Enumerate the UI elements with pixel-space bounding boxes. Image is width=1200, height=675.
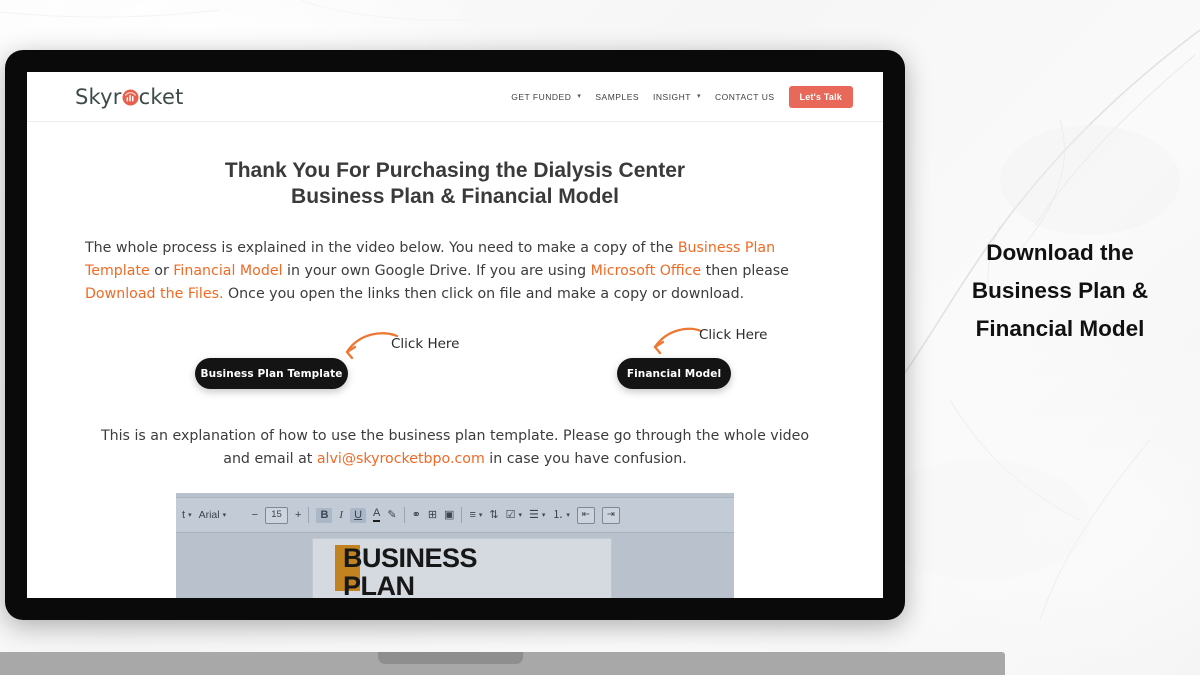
nav-item-get-funded[interactable]: GET FUNDED ▾ bbox=[511, 92, 581, 102]
nav-label-insight: INSIGHT bbox=[653, 91, 692, 102]
link-download-the-files[interactable]: Download the Files. bbox=[85, 286, 223, 302]
business-plan-template-button[interactable]: Business Plan Template bbox=[195, 358, 348, 390]
side-caption-line3: Financial Model bbox=[975, 315, 1145, 341]
toolbar-checklist-button[interactable]: ☑ ▾ bbox=[505, 508, 522, 521]
toolbar-align-icon: ≡ bbox=[469, 508, 476, 521]
google-docs-toolbar: t ▾ Arial ▾ − 15 + B I U A ✎ ⚭ ⊞ ▣ ≡ ▾ ⇅… bbox=[176, 497, 734, 534]
chart-circle-icon bbox=[122, 89, 139, 106]
side-caption: Download the Business Plan & Financial M… bbox=[940, 234, 1180, 347]
toolbar-font-dropdown[interactable]: Arial ▾ bbox=[199, 510, 245, 521]
toolbar-decrease-indent-icon[interactable]: ⇤ bbox=[576, 506, 595, 524]
toolbar-insert-image-icon[interactable]: ▣ bbox=[444, 509, 454, 521]
toolbar-add-comment-icon[interactable]: ⊞ bbox=[428, 509, 437, 521]
link-financial-model[interactable]: Financial Model bbox=[173, 263, 282, 279]
link-microsoft-office[interactable]: Microsoft Office bbox=[591, 263, 702, 279]
toolbar-italic-button[interactable]: I bbox=[339, 509, 343, 521]
intro-text-4: then please bbox=[701, 263, 789, 280]
toolbar-divider bbox=[461, 507, 463, 524]
site-header: Skyr cket GET FUNDED ▾ SAMPLES INSIGHT ▾… bbox=[27, 72, 883, 122]
intro-text-1: The whole process is explained in the vi… bbox=[85, 240, 678, 257]
toolbar-font-label: Arial bbox=[198, 508, 220, 521]
nav-label-contact-us: CONTACT US bbox=[715, 91, 775, 102]
toolbar-bold-button[interactable]: B bbox=[316, 507, 333, 523]
intro-paragraph: The whole process is explained in the vi… bbox=[85, 237, 825, 306]
intro-text-5: Once you open the links then click on fi… bbox=[223, 286, 745, 303]
toolbar-line-spacing-icon[interactable]: ⇅ bbox=[489, 509, 498, 521]
brand-name-prefix: Skyr bbox=[75, 84, 122, 109]
document-heading: BUSINESS PLAN bbox=[343, 543, 478, 598]
toolbar-font-size-increase[interactable]: + bbox=[295, 509, 301, 521]
curved-arrow-icon-right bbox=[653, 327, 703, 355]
toolbar-underline-button[interactable]: U bbox=[350, 507, 367, 523]
explanation-paragraph: This is an explanation of how to use the… bbox=[90, 425, 820, 471]
toolbar-highlight-pen-icon[interactable]: ✎ bbox=[387, 509, 396, 521]
email-link[interactable]: alvi@skyrocketbpo.com bbox=[317, 451, 485, 467]
nav-item-insight[interactable]: INSIGHT ▾ bbox=[653, 92, 701, 102]
chevron-down-icon: ▾ bbox=[566, 511, 570, 519]
main-navigation: GET FUNDED ▾ SAMPLES INSIGHT ▾ CONTACT U… bbox=[511, 85, 853, 108]
toolbar-increase-indent-icon[interactable]: ⇥ bbox=[601, 506, 620, 524]
chevron-down-icon: ▾ bbox=[577, 93, 582, 100]
brand-name-suffix: cket bbox=[138, 84, 184, 109]
toolbar-divider bbox=[308, 507, 310, 524]
brand-logo[interactable]: Skyr cket bbox=[75, 85, 184, 109]
nav-item-contact-us[interactable]: CONTACT US bbox=[715, 92, 774, 102]
side-caption-line1: Download the bbox=[986, 240, 1134, 265]
scene-marble-background: Skyr cket GET FUNDED ▾ SAMPLES INSIGHT ▾… bbox=[0, 0, 1200, 675]
chevron-down-icon: ▾ bbox=[478, 511, 483, 519]
explanation-text-2: in case you have confusion. bbox=[484, 451, 687, 468]
side-caption-line2: Business Plan & bbox=[971, 277, 1149, 303]
toolbar-font-size-decrease[interactable]: − bbox=[252, 509, 258, 521]
document-heading-line2: PLAN bbox=[343, 570, 415, 598]
chevron-down-icon: ▾ bbox=[222, 511, 227, 519]
document-heading-line1: BUSINESS bbox=[343, 543, 478, 574]
lets-talk-button[interactable]: Let's Talk bbox=[788, 85, 853, 108]
page-title: Thank You For Purchasing the Dialysis Ce… bbox=[224, 159, 686, 208]
toolbar-style-label: t bbox=[182, 508, 186, 521]
toolbar-font-size-value[interactable]: 15 bbox=[265, 506, 289, 524]
toolbar-insert-link-icon[interactable]: ⚭ bbox=[412, 509, 421, 521]
chevron-down-icon: ▾ bbox=[518, 511, 522, 519]
toolbar-bulleted-list-icon: ☰ bbox=[528, 508, 539, 521]
toolbar-style-dropdown[interactable]: t ▾ bbox=[182, 508, 192, 521]
nav-label-samples: SAMPLES bbox=[595, 91, 640, 102]
intro-text-2: or bbox=[149, 263, 174, 280]
nav-item-samples[interactable]: SAMPLES bbox=[595, 92, 639, 102]
download-buttons-row: Click Here Business Plan Template Click … bbox=[67, 326, 843, 401]
page-content: Thank You For Purchasing the Dialysis Ce… bbox=[27, 158, 883, 598]
nav-label-get-funded: GET FUNDED bbox=[511, 91, 572, 102]
click-here-label-right: Click Here bbox=[699, 327, 768, 344]
chevron-down-icon: ▾ bbox=[697, 93, 702, 100]
click-here-label-left: Click Here bbox=[391, 336, 460, 353]
chevron-down-icon: ▾ bbox=[188, 511, 192, 519]
laptop-mockup: Skyr cket GET FUNDED ▾ SAMPLES INSIGHT ▾… bbox=[5, 50, 905, 620]
toolbar-numbered-list-icon: ⒈ bbox=[552, 508, 564, 521]
video-thumbnail[interactable]: t ▾ Arial ▾ − 15 + B I U A ✎ ⚭ ⊞ ▣ ≡ ▾ ⇅… bbox=[176, 493, 734, 598]
toolbar-divider bbox=[403, 507, 405, 524]
toolbar-numbered-list-button[interactable]: ⒈ ▾ bbox=[552, 508, 570, 521]
laptop-screen: Skyr cket GET FUNDED ▾ SAMPLES INSIGHT ▾… bbox=[27, 72, 883, 598]
toolbar-bulleted-list-button[interactable]: ☰ ▾ bbox=[528, 508, 546, 521]
toolbar-checklist-icon: ☑ bbox=[505, 508, 516, 521]
financial-model-button[interactable]: Financial Model bbox=[617, 358, 731, 390]
toolbar-align-button[interactable]: ≡ ▾ bbox=[469, 508, 483, 521]
intro-text-3: in your own Google Drive. If you are usi… bbox=[282, 263, 591, 280]
toolbar-text-color-button[interactable]: A bbox=[373, 508, 381, 523]
chevron-down-icon: ▾ bbox=[541, 511, 546, 519]
laptop-trackpad-notch bbox=[378, 652, 523, 664]
google-docs-page: BUSINESS PLAN bbox=[312, 538, 612, 598]
